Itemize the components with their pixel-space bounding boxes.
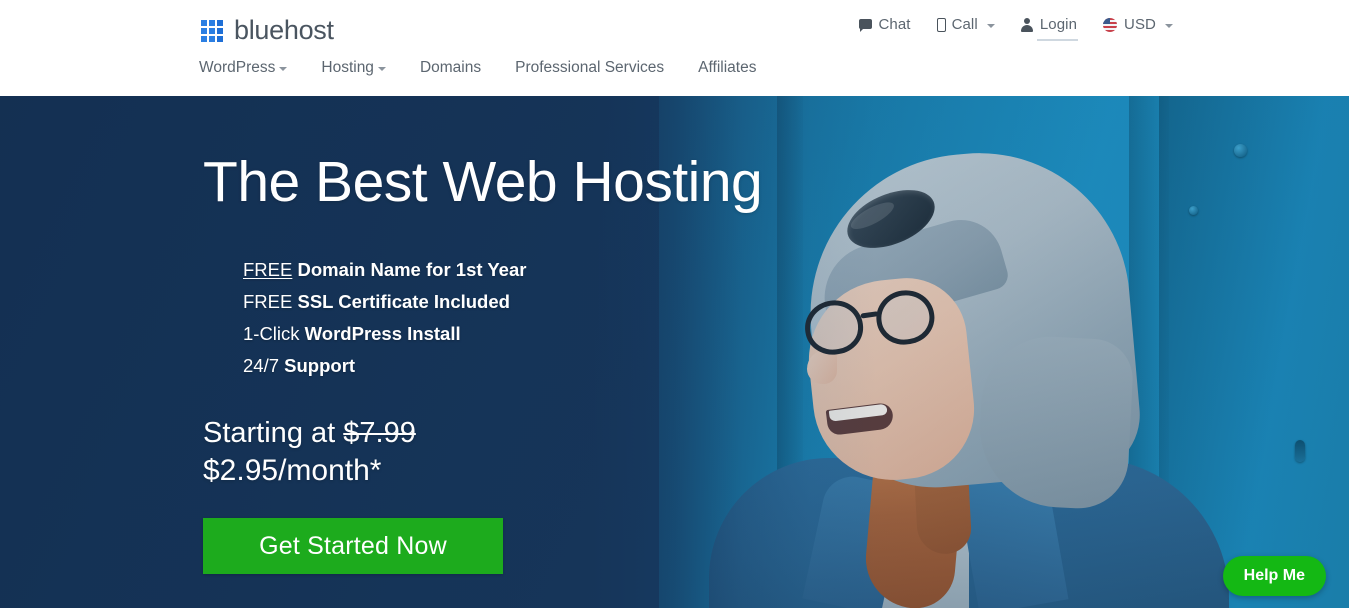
utility-item-login[interactable]: Login: [1021, 16, 1079, 41]
nav-item-wordpress-label: WordPress: [199, 59, 276, 76]
feature-item: 1-Click WordPress Install: [243, 318, 762, 350]
feature-item: 24/7 Support: [243, 350, 762, 382]
chevron-down-icon: [1165, 23, 1173, 28]
brand-logo[interactable]: bluehost: [201, 17, 334, 44]
nav-item-hosting-label: Hosting: [321, 59, 374, 76]
price-current: $2.95/month*: [203, 454, 382, 487]
utility-item-call-label: Call: [951, 16, 978, 33]
utility-item-currency-label: USD: [1124, 16, 1156, 33]
hero-title: The Best Web Hosting: [203, 150, 763, 214]
us-flag-icon: [1103, 17, 1118, 32]
chevron-down-icon: [377, 67, 386, 71]
feature-rest: Domain Name for 1st Year: [297, 259, 527, 280]
utility-item-call[interactable]: Call: [936, 16, 995, 35]
nav-item-affiliates[interactable]: Affiliates: [698, 59, 756, 77]
feature-rest: SSL Certificate Included: [297, 291, 510, 312]
price-original: $7.99: [343, 417, 416, 449]
feature-lead: 24/7: [243, 355, 280, 376]
feature-lead: 1-Click: [243, 323, 300, 344]
hero-feature-list: FREE Domain Name for 1st Year FREE SSL C…: [243, 254, 762, 382]
feature-item: FREE SSL Certificate Included: [243, 286, 762, 318]
utility-item-chat[interactable]: Chat: [859, 16, 910, 35]
get-started-button[interactable]: Get Started Now: [203, 518, 503, 574]
chevron-down-icon: [279, 67, 288, 71]
feature-rest: Support: [284, 355, 356, 376]
nav-item-professional-services-label: Professional Services: [515, 59, 665, 76]
page-root: bluehost Chat Call Login USD WordPress H…: [0, 0, 1349, 608]
hero-banner: The Best Web Hosting FREE Domain Name fo…: [0, 96, 1349, 608]
main-nav: WordPress Hosting Domains Professional S…: [199, 59, 756, 77]
utility-item-currency[interactable]: USD: [1103, 16, 1173, 35]
price-original-line: Starting at $7.99: [203, 414, 762, 452]
price-prefix: Starting at: [203, 417, 344, 449]
feature-lead: FREE: [243, 291, 293, 312]
chat-bubble-icon: [859, 19, 873, 32]
person-icon: [1021, 17, 1034, 32]
nav-item-hosting[interactable]: Hosting: [321, 59, 386, 77]
nav-item-affiliates-label: Affiliates: [698, 59, 757, 76]
nav-item-professional-services[interactable]: Professional Services: [515, 59, 664, 77]
grid-squares-icon: [201, 19, 223, 42]
hero-content: The Best Web Hosting FREE Domain Name fo…: [203, 150, 763, 574]
mobile-phone-icon: [936, 17, 946, 32]
brand-name: bluehost: [234, 15, 334, 45]
chevron-down-icon: [986, 23, 995, 28]
help-me-button[interactable]: Help Me: [1222, 556, 1326, 596]
utility-nav: Chat Call Login USD: [859, 16, 1173, 41]
utility-item-login-label: Login: [1039, 16, 1078, 33]
nav-item-wordpress[interactable]: WordPress: [199, 59, 288, 77]
utility-item-chat-label: Chat: [878, 16, 911, 33]
feature-lead: FREE: [243, 259, 293, 280]
feature-item: FREE Domain Name for 1st Year: [243, 254, 762, 286]
nav-item-domains-label: Domains: [419, 59, 482, 76]
nav-item-domains[interactable]: Domains: [420, 59, 481, 77]
site-header: bluehost Chat Call Login USD WordPress H…: [0, 0, 1349, 96]
feature-rest: WordPress Install: [304, 323, 461, 344]
hero-pricing: Starting at $7.99 $2.95/month*: [203, 414, 762, 490]
